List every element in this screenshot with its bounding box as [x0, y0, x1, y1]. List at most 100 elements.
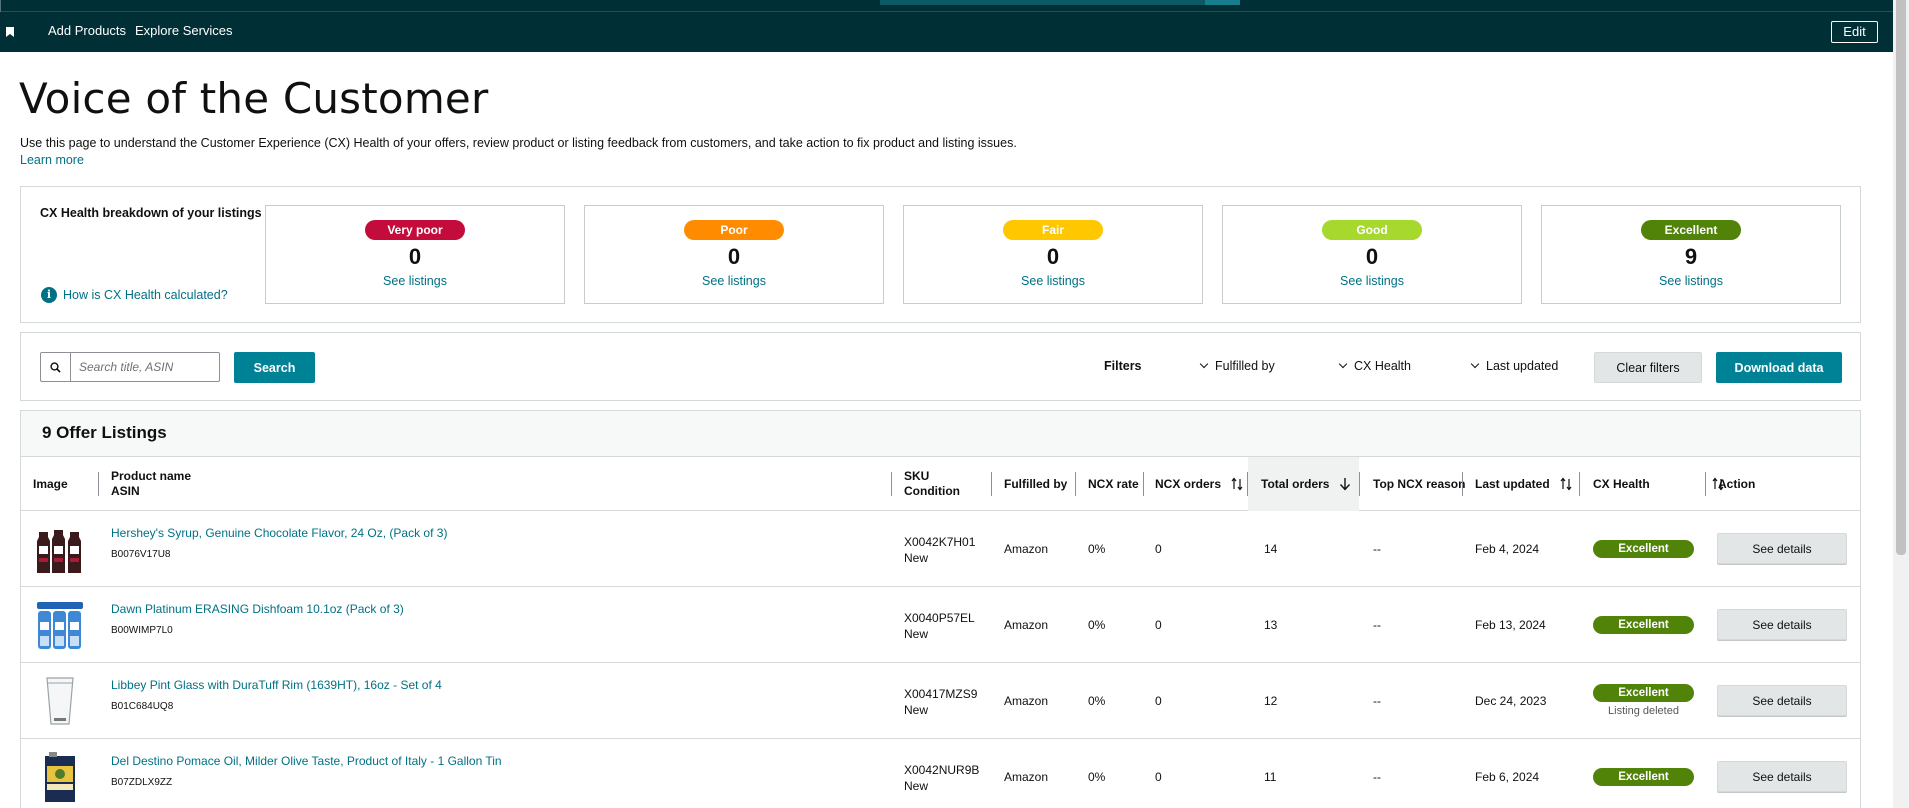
condition: New — [904, 627, 929, 641]
health-count: 0 — [1365, 244, 1379, 269]
column-divider[interactable] — [1705, 472, 1706, 496]
col-last-updated[interactable]: Last updated — [1475, 457, 1572, 511]
download-data-button[interactable]: Download data — [1716, 352, 1842, 383]
chevron-down-icon — [1470, 359, 1480, 369]
see-listings-link[interactable]: See listings — [1021, 274, 1085, 288]
top-ncx-reason: -- — [1373, 770, 1381, 784]
dropdown-label: CX Health — [1354, 359, 1411, 373]
health-count: 0 — [408, 244, 422, 269]
chevron-down-icon — [1199, 359, 1209, 369]
cx-health-badge: Excellent — [1593, 540, 1694, 558]
col-ncx-rate: NCX rate — [1088, 476, 1139, 491]
health-pill: Poor — [684, 220, 784, 240]
search-icon[interactable] — [41, 353, 71, 381]
col-total-orders[interactable]: Total orders — [1248, 457, 1359, 511]
see-details-button[interactable]: See details — [1717, 761, 1847, 792]
product-name-link[interactable]: Hershey's Syrup, Genuine Chocolate Flavo… — [111, 526, 447, 540]
total-orders: 11 — [1264, 770, 1277, 784]
top-search-bar-fragment[interactable] — [880, 0, 1205, 5]
arrow-down-icon[interactable] — [1339, 477, 1351, 491]
top-ncx-reason: -- — [1373, 542, 1381, 556]
scrollbar-thumb[interactable] — [1896, 0, 1906, 555]
health-card-fair: Fair 0 See listings — [903, 205, 1203, 304]
total-orders: 13 — [1264, 618, 1278, 632]
last-updated: Dec 24, 2023 — [1475, 694, 1547, 708]
top-search-button-fragment[interactable] — [1205, 0, 1240, 5]
see-listings-link[interactable]: See listings — [702, 274, 766, 288]
see-details-button[interactable]: See details — [1717, 609, 1847, 640]
health-count: 0 — [1046, 244, 1060, 269]
column-divider[interactable] — [991, 472, 992, 496]
top-ncx-reason: -- — [1373, 694, 1381, 708]
see-details-button[interactable]: See details — [1717, 533, 1847, 564]
ncx-orders: 0 — [1155, 694, 1162, 708]
sort-icon[interactable] — [1560, 477, 1572, 491]
learn-more-link[interactable]: Learn more — [20, 153, 84, 167]
cx-health-title: CX Health breakdown of your listings — [40, 206, 262, 220]
nav-explore-services[interactable]: Explore Services — [135, 23, 233, 38]
column-divider[interactable] — [1579, 472, 1580, 496]
ncx-rate: 0% — [1088, 618, 1106, 632]
condition: New — [904, 551, 929, 565]
product-image[interactable] — [33, 522, 87, 576]
table-header: Image Product name ASIN SKU Condition Fulf… — [21, 457, 1860, 511]
top-strip — [0, 0, 1893, 12]
column-divider[interactable] — [1462, 472, 1463, 496]
total-orders: 12 — [1264, 694, 1278, 708]
last-updated: Feb 4, 2024 — [1475, 542, 1540, 556]
search-box — [40, 352, 220, 382]
listings-title: 9 Offer Listings — [21, 411, 1860, 457]
column-divider[interactable] — [891, 472, 892, 496]
product-name-link[interactable]: Dawn Platinum ERASING Dishfoam 10.1oz (P… — [111, 602, 404, 616]
col-top-ncx-reason: Top NCX reason — [1373, 476, 1466, 491]
table-row: Hershey's Syrup, Genuine Chocolate Flavo… — [21, 511, 1860, 587]
health-pill: Very poor — [365, 220, 465, 240]
ncx-orders: 0 — [1155, 542, 1162, 556]
asin: B00WIMP7L0 — [111, 625, 173, 636]
listing-deleted-note: Listing deleted — [1608, 705, 1679, 717]
col-ncx-orders-label: NCX orders — [1155, 476, 1222, 491]
search-input[interactable] — [72, 353, 218, 381]
col-sku: SKU Condition — [904, 457, 960, 511]
offer-listings-table: 9 Offer Listings Image Product name ASIN … — [20, 410, 1861, 808]
health-card-poor: Poor 0 See listings — [584, 205, 884, 304]
see-listings-link[interactable]: See listings — [1340, 274, 1404, 288]
col-sku-label: SKU — [904, 469, 930, 483]
health-count: 9 — [1684, 244, 1698, 269]
see-listings-link[interactable]: See listings — [1659, 274, 1723, 288]
page-title: Voice of the Customer — [19, 74, 489, 123]
fulfilled-by: Amazon — [1004, 694, 1049, 708]
nav-add-products[interactable]: Add Products — [48, 23, 126, 38]
cx-health-badge: Excellent — [1593, 684, 1694, 702]
clear-filters-button[interactable]: Clear filters — [1594, 352, 1702, 383]
col-condition-label: Condition — [904, 484, 960, 498]
product-name-link[interactable]: Libbey Pint Glass with DuraTuff Rim (163… — [111, 678, 442, 692]
product-name-link[interactable]: Del Destino Pomace Oil, Milder Olive Tas… — [111, 754, 502, 768]
chevron-down-icon — [1338, 359, 1348, 369]
fulfilled-by-dropdown[interactable]: Fulfilled by — [1199, 359, 1275, 373]
fulfilled-by: Amazon — [1004, 770, 1049, 784]
product-image[interactable] — [33, 750, 87, 804]
column-divider[interactable] — [98, 472, 99, 496]
column-divider[interactable] — [1075, 472, 1076, 496]
product-image[interactable] — [33, 674, 87, 728]
see-listings-link[interactable]: See listings — [383, 274, 447, 288]
edit-button[interactable]: Edit — [1831, 21, 1878, 43]
col-ncx-orders[interactable]: NCX orders — [1155, 457, 1243, 511]
product-image[interactable] — [33, 598, 87, 652]
dropdown-label: Last updated — [1486, 359, 1559, 373]
col-image: Image — [33, 476, 68, 491]
col-fulfilled-by: Fulfilled by — [1004, 476, 1068, 491]
filters-label: Filters — [1104, 359, 1142, 373]
cx-health-dropdown[interactable]: CX Health — [1338, 359, 1411, 373]
bookmark-icon[interactable] — [6, 27, 14, 37]
cx-health-calc-link[interactable]: i How is CX Health calculated? — [41, 287, 228, 303]
last-updated-dropdown[interactable]: Last updated — [1470, 359, 1559, 373]
column-divider[interactable] — [1143, 472, 1144, 496]
page-description: Use this page to understand the Customer… — [20, 136, 1017, 150]
sort-icon[interactable] — [1231, 477, 1243, 491]
search-button[interactable]: Search — [234, 352, 315, 383]
column-divider[interactable] — [1359, 472, 1360, 496]
page-scrollbar[interactable] — [1893, 0, 1909, 808]
see-details-button[interactable]: See details — [1717, 685, 1847, 716]
